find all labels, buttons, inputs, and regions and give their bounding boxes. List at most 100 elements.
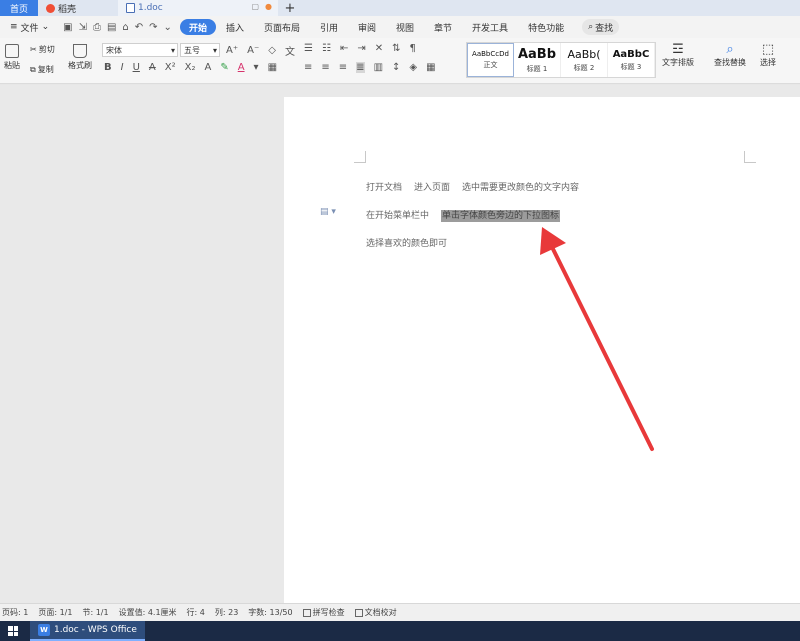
customize-icon[interactable]: ⌄: [164, 22, 172, 33]
menu-home[interactable]: 开始: [179, 19, 216, 35]
align-right-icon[interactable]: ≡: [339, 62, 347, 73]
shading-icon[interactable]: ◈: [409, 62, 417, 73]
style-heading-3[interactable]: AaBbC 标题 3: [608, 43, 655, 77]
tab-docer[interactable]: 稻壳: [38, 0, 118, 16]
format-painter-button[interactable]: 格式刷: [68, 44, 92, 71]
wps-icon: W: [38, 624, 50, 636]
menu-features[interactable]: 特色功能: [518, 19, 574, 35]
preview-icon[interactable]: ▤: [107, 22, 116, 33]
font-size-tools: A⁺ A⁻ ◇ 文: [226, 43, 295, 58]
highlight-icon[interactable]: ✎: [220, 62, 228, 73]
chevron-down-icon: ⌄: [41, 22, 50, 32]
subscript-icon[interactable]: X₂: [185, 62, 196, 73]
magnifier-icon: ⌕: [726, 42, 734, 57]
line-spacing-icon[interactable]: ↕: [392, 62, 400, 73]
redo-icon[interactable]: ↷: [149, 22, 157, 33]
style-heading-1[interactable]: AaBb 标题 1: [514, 43, 561, 77]
status-row: 行: 4: [186, 608, 205, 617]
paste-button[interactable]: 粘贴: [4, 44, 20, 71]
bold-icon[interactable]: B: [104, 62, 112, 73]
cut-label: 剪切: [38, 45, 55, 54]
font-color-dropdown-icon[interactable]: ▾: [254, 62, 259, 73]
align-center-icon[interactable]: ≡: [321, 62, 329, 73]
windows-logo-icon: [8, 626, 18, 636]
style-sample: AaBb(: [567, 47, 601, 61]
style-heading-2[interactable]: AaBb( 标题 2: [561, 43, 608, 77]
save-icon[interactable]: ▣: [63, 22, 72, 33]
sort-icon[interactable]: ⇅: [392, 43, 400, 54]
borders-icon[interactable]: ▦: [426, 62, 435, 73]
font-color-icon[interactable]: A: [238, 62, 245, 73]
menu-review[interactable]: 审阅: [348, 19, 386, 35]
font-family-select[interactable]: 宋体 ▾: [102, 43, 178, 57]
new-tab-button[interactable]: +: [278, 0, 302, 16]
taskbar-wps-item[interactable]: W 1.doc - WPS Office: [30, 621, 145, 641]
superscript-icon[interactable]: X²: [165, 62, 176, 73]
status-setting[interactable]: 设置值: 4.1厘米: [119, 607, 177, 618]
export-icon[interactable]: ⇲: [79, 22, 87, 33]
document-page[interactable]: 打开文档 进入页面 选中需要更改颜色的文字内容 ▤ ▾ 在开始菜单栏中 单击字体颜色旁…: [284, 97, 800, 603]
bullets-icon[interactable]: ☰: [304, 43, 313, 54]
status-section[interactable]: 节: 1/1: [82, 607, 108, 618]
undo-icon[interactable]: ↶: [135, 22, 143, 33]
font-family-value: 宋体: [106, 45, 122, 55]
clear-format-icon[interactable]: ◇: [268, 45, 276, 56]
file-menu[interactable]: ≡ 文件 ⌄: [4, 21, 55, 34]
tab-home-label: 首页: [9, 4, 28, 15]
italic-icon[interactable]: I: [121, 62, 124, 73]
grow-font-icon[interactable]: A⁺: [226, 45, 238, 56]
justify-icon[interactable]: ≣: [356, 62, 365, 73]
menu-bar: ≡ 文件 ⌄ ▣ ⇲ ⎙ ▤ ⌂ ↶ ↷ ⌄ 开始 插入 页面布局 引用 审阅 …: [0, 16, 800, 38]
spell-check-label: 拼写检查: [312, 608, 345, 617]
increase-indent-icon[interactable]: ⇥: [357, 43, 365, 54]
align-left-icon[interactable]: ≡: [304, 62, 312, 73]
tab-home[interactable]: 首页: [0, 0, 38, 16]
text-layout-button[interactable]: ☲ 文字排版: [662, 42, 694, 68]
underline-icon[interactable]: U: [133, 62, 140, 73]
taskbar-wps-label: 1.doc - WPS Office: [54, 625, 137, 635]
phonetic-icon[interactable]: 文: [285, 43, 295, 58]
menu-page-layout[interactable]: 页面布局: [254, 19, 310, 35]
decrease-indent-icon[interactable]: ⇤: [340, 43, 348, 54]
strikethrough-icon[interactable]: A: [149, 62, 156, 73]
copy-button[interactable]: ⧉ 复制: [30, 64, 54, 75]
print-icon[interactable]: ⎙: [93, 22, 101, 33]
style-sample: AaBbC: [612, 48, 650, 60]
start-button[interactable]: [0, 626, 26, 636]
document-proof-button[interactable]: 文档校对: [354, 607, 397, 618]
text-effect-icon[interactable]: A: [204, 62, 211, 73]
distributed-icon[interactable]: ▥: [374, 62, 383, 73]
comment-icon[interactable]: ▢: [251, 2, 259, 11]
menu-search[interactable]: ⌕ 查找: [582, 19, 620, 35]
chevron-down-icon: ▾: [212, 45, 217, 55]
shrink-font-icon[interactable]: A⁻: [247, 45, 259, 56]
menu-chapter[interactable]: 章节: [424, 19, 462, 35]
style-normal[interactable]: AaBbCcDd 正文: [467, 43, 514, 77]
select-button[interactable]: ⬚ 选择: [760, 42, 776, 68]
numbering-icon[interactable]: ☷: [322, 43, 331, 54]
spell-check-toggle[interactable]: 拼写检查: [302, 607, 345, 618]
cut-button[interactable]: ✂ 剪切: [30, 44, 55, 55]
show-marks-icon[interactable]: ¶: [410, 43, 416, 54]
status-page-number[interactable]: 页码: 1: [2, 607, 28, 618]
font-style-tools: B I U A X² X₂ A ✎ A ▾ ▦: [104, 62, 277, 73]
status-pages[interactable]: 页面: 1/1: [38, 607, 72, 618]
find-replace-button[interactable]: ⌕ 查找替换: [714, 42, 746, 68]
menu-references[interactable]: 引用: [310, 19, 348, 35]
hamburger-icon: ≡: [10, 22, 18, 32]
menu-insert[interactable]: 插入: [216, 19, 254, 35]
style-sample: AaBbCcDd: [472, 50, 509, 58]
font-size-value: 五号: [184, 45, 200, 55]
char-border-icon[interactable]: ▦: [268, 62, 277, 73]
chinese-layout-icon[interactable]: ✕: [375, 43, 383, 54]
tab-document[interactable]: 1.doc ▢ ●: [118, 0, 278, 16]
style-name: 正文: [483, 61, 498, 69]
tab-docer-label: 稻壳: [58, 4, 77, 15]
font-size-select[interactable]: 五号 ▾: [180, 43, 220, 57]
status-word-count[interactable]: 字数: 13/50: [248, 607, 292, 618]
format-icon[interactable]: ⌂: [122, 22, 128, 33]
menu-view[interactable]: 视图: [386, 19, 424, 35]
brush-icon: [73, 44, 87, 58]
select-label: 选择: [760, 58, 776, 67]
menu-developer[interactable]: 开发工具: [462, 19, 518, 35]
